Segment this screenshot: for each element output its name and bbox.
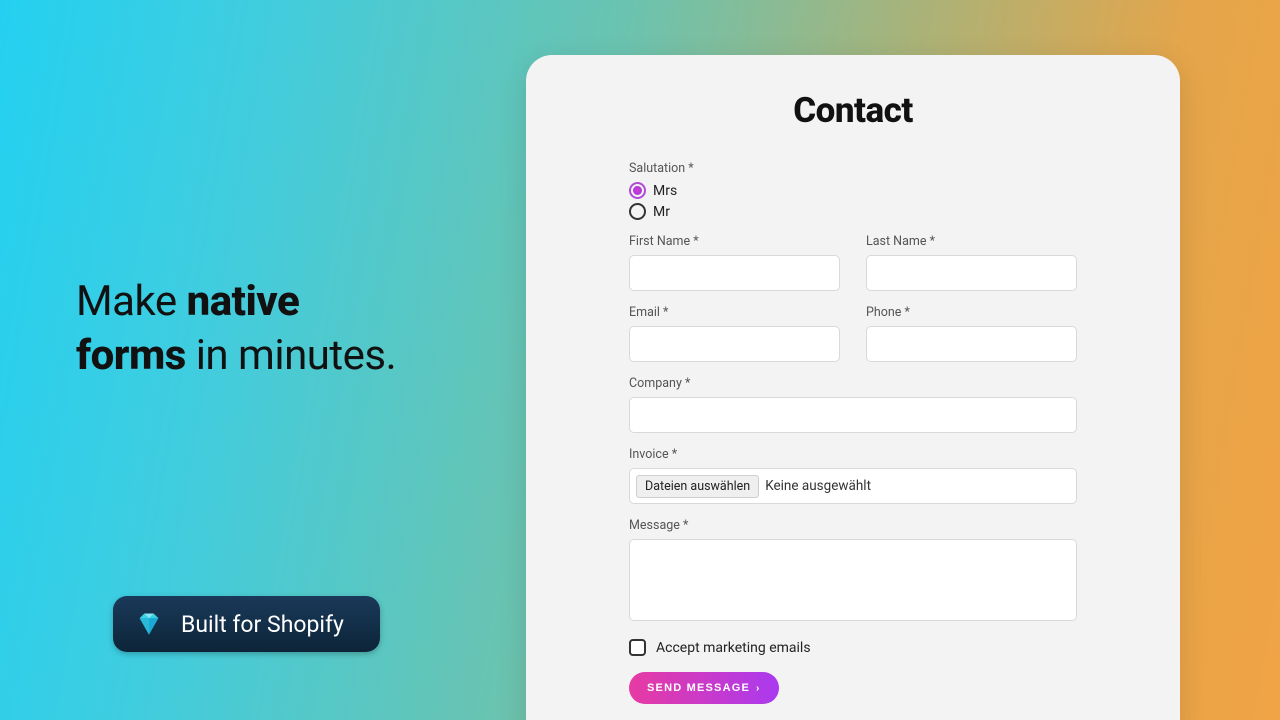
company-input[interactable]: [629, 397, 1077, 433]
built-for-shopify-badge: Built for Shopify: [113, 596, 380, 652]
hero-line2-plain: in minutes.: [186, 331, 396, 380]
last-name-label: Last Name *: [866, 234, 1077, 249]
hero-line2-bold: forms: [76, 331, 186, 380]
contact-form-card: Contact Salutation * Mrs Mr First Name *…: [526, 55, 1180, 720]
phone-input[interactable]: [866, 326, 1077, 362]
hero-headline: Make native forms in minutes.: [76, 275, 396, 383]
first-name-input[interactable]: [629, 255, 840, 291]
message-label: Message *: [629, 518, 1077, 533]
email-input[interactable]: [629, 326, 840, 362]
invoice-file-input[interactable]: Dateien auswählen Keine ausgewählt: [629, 468, 1077, 504]
invoice-label: Invoice *: [629, 447, 1077, 462]
radio-mrs[interactable]: Mrs: [629, 182, 1077, 199]
diamond-icon: [135, 610, 163, 638]
submit-label: SEND MESSAGE: [647, 682, 750, 694]
send-message-button[interactable]: SEND MESSAGE ›: [629, 672, 779, 704]
company-label: Company *: [629, 376, 1077, 391]
radio-mr[interactable]: Mr: [629, 203, 1077, 220]
radio-icon: [629, 203, 646, 220]
first-name-label: First Name *: [629, 234, 840, 249]
last-name-input[interactable]: [866, 255, 1077, 291]
form-title: Contact: [576, 90, 1130, 131]
file-status-text: Keine ausgewählt: [765, 478, 871, 494]
marketing-checkbox-row[interactable]: Accept marketing emails: [629, 639, 1077, 656]
file-choose-button[interactable]: Dateien auswählen: [636, 475, 759, 498]
salutation-group: Salutation * Mrs Mr: [629, 161, 1077, 220]
phone-label: Phone *: [866, 305, 1077, 320]
hero-line1-bold: native: [187, 277, 300, 326]
radio-icon: [629, 182, 646, 199]
radio-mr-label: Mr: [653, 204, 670, 220]
badge-label: Built for Shopify: [181, 611, 344, 638]
radio-mrs-label: Mrs: [653, 183, 677, 199]
hero-line1-plain: Make: [76, 277, 187, 326]
email-label: Email *: [629, 305, 840, 320]
chevron-right-icon: ›: [756, 683, 761, 694]
message-textarea[interactable]: [629, 539, 1077, 621]
salutation-label: Salutation *: [629, 161, 1077, 176]
checkbox-icon: [629, 639, 646, 656]
marketing-label: Accept marketing emails: [656, 640, 811, 656]
